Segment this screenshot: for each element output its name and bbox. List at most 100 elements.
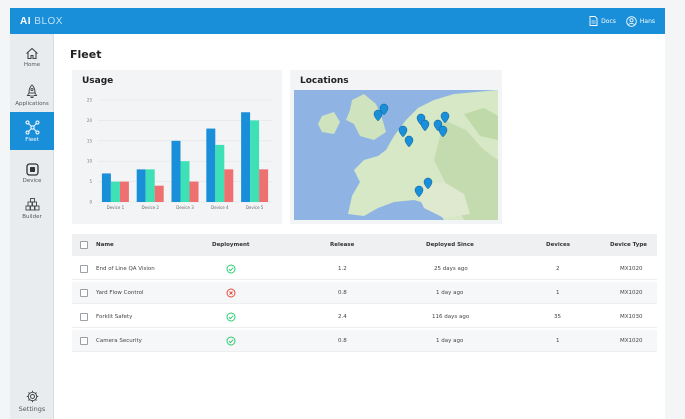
bar[interactable] (250, 120, 260, 202)
page-title: Fleet (70, 48, 102, 61)
col-header-release[interactable]: Release (330, 242, 354, 248)
sidebar-item-label: Device (22, 177, 42, 184)
row-checkbox[interactable] (80, 312, 88, 321)
chip-icon (25, 162, 39, 176)
bar[interactable] (224, 169, 234, 202)
network-icon (25, 120, 39, 134)
blocks-icon (25, 198, 39, 211)
status-ok-icon (226, 264, 236, 276)
cell-release: 0.8 (338, 337, 347, 344)
y-tick-label: 15 (87, 138, 93, 143)
top-bar: AI BLOX Docs Hans (10, 8, 665, 34)
sidebar-item-label: Settings (18, 404, 46, 413)
sidebar-item-device[interactable]: Device (10, 154, 54, 192)
sidebar-item-label: Builder (22, 214, 42, 220)
table-row[interactable]: Yard Flow Control 0.8 1 day ago 1 MX1020 (72, 282, 657, 304)
bar[interactable] (241, 112, 251, 202)
bar[interactable] (180, 161, 190, 202)
table-row[interactable]: Forklit Safety 2.4 116 days ago 35 MX103… (72, 306, 657, 328)
table-header-row: Name Deployment Release Deployed Since D… (72, 234, 657, 256)
cell-deployed-since: 116 days ago (432, 313, 470, 320)
cell-deployed-since: 1 day ago (436, 337, 464, 344)
sidebar-item-fleet[interactable]: Fleet (10, 112, 54, 150)
bar[interactable] (110, 181, 120, 202)
bar[interactable] (145, 169, 155, 202)
user-menu[interactable]: Hans (626, 15, 655, 27)
row-checkbox[interactable] (80, 264, 88, 273)
y-tick-label: 10 (87, 159, 93, 164)
x-tick-label: Device 3 (176, 205, 194, 210)
user-icon (626, 15, 637, 27)
locations-title: Locations (300, 76, 349, 86)
sidebar: Home Applications Fleet Device Builder S… (10, 34, 54, 419)
cell-release: 0.8 (338, 289, 347, 296)
table-row[interactable]: Camera Security 0.8 1 day ago 1 MX1020 (72, 330, 657, 352)
cell-device-type: MX1020 (620, 265, 643, 272)
cell-name: Yard Flow Control (96, 289, 144, 296)
cell-release: 1.2 (338, 265, 347, 272)
bar[interactable] (259, 169, 269, 202)
sidebar-item-label: Fleet (25, 136, 39, 143)
col-header-name[interactable]: Name (96, 242, 114, 248)
col-header-deployment[interactable]: Deployment (212, 242, 250, 248)
sidebar-item-home[interactable]: Home (10, 38, 54, 76)
cell-devices: 2 (556, 265, 560, 272)
bar[interactable] (119, 181, 129, 202)
brand-ai: AI (20, 15, 31, 27)
col-header-devices[interactable]: Devices (546, 242, 570, 248)
cell-deployed-since: 1 day ago (436, 289, 464, 296)
y-tick-label: 25 (87, 98, 93, 103)
usage-chart: 0 5 10 15 20 25 Device 1 Device 2 Device 3 Device… (87, 98, 272, 210)
docs-link[interactable]: Docs (589, 16, 616, 26)
map-graphic (294, 90, 498, 220)
cell-name: Forklit Safety (96, 313, 133, 320)
select-all-checkbox[interactable] (80, 241, 88, 249)
status-ok-icon (226, 312, 236, 324)
bar[interactable] (206, 128, 216, 202)
cell-deployed-since: 25 days ago (434, 265, 468, 272)
location-map[interactable] (294, 90, 498, 220)
col-header-deployed-since[interactable]: Deployed Since (426, 242, 474, 248)
usage-card: Usage 0 5 10 15 20 25 Device 1 Device 2 Device 3… (72, 70, 282, 224)
cell-name: Camera Security (96, 337, 142, 344)
home-icon (26, 47, 38, 59)
docs-label: Docs (601, 17, 616, 25)
brand-logo[interactable]: AI BLOX (20, 16, 63, 27)
sidebar-item-applications[interactable]: Applications (10, 76, 54, 114)
sidebar-item-builder[interactable]: Builder (10, 190, 54, 228)
cell-release: 2.4 (338, 313, 347, 320)
table-row[interactable]: End of Line QA Vision 1.2 25 days ago 2 … (72, 258, 657, 280)
bar[interactable] (101, 173, 111, 202)
bar[interactable] (154, 185, 164, 202)
x-tick-label: Device 4 (211, 205, 229, 210)
sidebar-item-label: Home (23, 61, 41, 68)
x-tick-label: Device 5 (246, 205, 264, 210)
y-tick-label: 5 (89, 179, 92, 184)
cell-device-type: MX1030 (620, 313, 643, 320)
row-checkbox[interactable] (80, 336, 88, 345)
cell-devices: 1 (556, 337, 560, 344)
row-checkbox[interactable] (80, 288, 88, 297)
cell-devices: 1 (556, 289, 560, 296)
document-icon (589, 16, 598, 26)
rocket-icon (26, 83, 38, 98)
bar[interactable] (171, 140, 181, 202)
cell-devices: 35 (554, 313, 561, 320)
gear-icon (26, 390, 38, 402)
bar[interactable] (136, 169, 146, 202)
y-tick-label: 20 (87, 118, 93, 123)
status-error-icon (226, 288, 236, 300)
x-tick-label: Device 2 (141, 205, 159, 210)
bar[interactable] (215, 144, 225, 202)
cell-name: End of Line QA Vision (96, 265, 155, 272)
y-tick-label: 0 (89, 200, 92, 205)
brand-blox: BLOX (34, 15, 63, 27)
bar[interactable] (189, 181, 199, 202)
cell-device-type: MX1020 (620, 337, 643, 344)
sidebar-item-label: Applications (15, 100, 49, 107)
col-header-device-type[interactable]: Device Type (610, 242, 647, 248)
main-content: Fleet Usage 0 5 10 15 20 25 Device 1 Device 2 De… (54, 34, 665, 419)
user-label: Hans (639, 17, 655, 25)
sidebar-item-settings[interactable]: Settings (10, 382, 54, 419)
status-ok-icon (226, 336, 236, 348)
